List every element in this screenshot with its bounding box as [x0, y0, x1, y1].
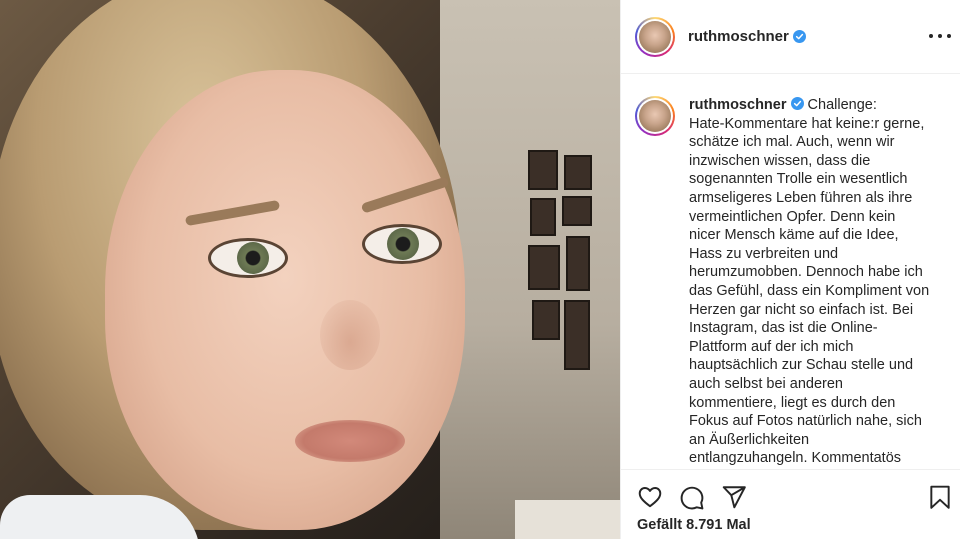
caption-comment: ruthmoschner Challenge: Hate-Kommentare …	[635, 96, 955, 468]
caption-line: entlangzuhangeln. Kommentatös	[689, 450, 902, 467]
caption-line: inzwischen wissen, dass die	[689, 152, 871, 169]
heart-icon[interactable]	[637, 484, 663, 510]
caption-username[interactable]: ruthmoschner	[689, 97, 787, 113]
verified-badge-icon	[792, 30, 806, 43]
caption-line: auch selbst bei anderen	[689, 375, 843, 392]
author-username[interactable]: ruthmoschner	[688, 28, 789, 45]
caption-line: Instagram, das ist die Online-	[689, 320, 878, 337]
wall-picture-frames	[528, 150, 598, 380]
right-eye	[362, 224, 442, 264]
share-icon[interactable]	[721, 484, 747, 510]
face	[105, 70, 465, 530]
caption-line: sogenannten Trolle ein wesentlich	[689, 171, 908, 188]
caption-line: kommentiere, liegt es durch den	[689, 394, 896, 411]
caption-line: das Gefühl, dass ein Kompliment von	[689, 282, 930, 299]
caption-text: ruthmoschner Challenge: Hate-Kommentare …	[689, 96, 951, 468]
post-header: ruthmoschner	[621, 0, 960, 74]
likes-count[interactable]: Gefällt 8.791 Mal	[637, 517, 751, 533]
caption-line: an Äußerlichkeiten	[689, 431, 810, 448]
post-side-panel: ruthmoschner ruthmoschner Challenge: Hat…	[620, 0, 960, 539]
caption-line: Herzen gar nicht so einfach ist. Bei	[689, 301, 914, 318]
caption-line: Fokus auf Fotos natürlich nahe, sich	[689, 413, 922, 430]
caption-line: Hate-Kommentare hat keine:r gerne,	[689, 115, 925, 132]
caption-verified-badge-icon	[790, 97, 804, 110]
background-shelf	[515, 500, 620, 539]
caption-line: schätze ich mal. Auch, wenn wir	[689, 134, 895, 151]
caption-line: armseligeres Leben führen als ihre	[689, 189, 913, 206]
lips	[295, 420, 405, 462]
caption-line: vermeintlichen Opfer. Denn kein	[689, 208, 896, 225]
bookmark-icon[interactable]	[927, 484, 953, 510]
post-actions-bar: Gefällt 8.791 Mal	[621, 469, 960, 539]
caption-line: Plattform auf der ich mich	[689, 338, 854, 355]
left-eye	[208, 238, 288, 278]
caption-line: hauptsächlich zur Schau stelle und	[689, 357, 914, 374]
comment-icon[interactable]	[679, 484, 705, 510]
post-photo[interactable]	[0, 0, 620, 539]
caption-line: herumzumobben. Dennoch habe ich	[689, 264, 923, 281]
caption-line: Challenge:	[807, 97, 877, 113]
caption-line: nicer Mensch käme auf die Idee,	[689, 227, 899, 244]
caption-author-avatar[interactable]	[635, 96, 675, 136]
more-options-icon[interactable]	[929, 26, 951, 46]
author-avatar[interactable]	[635, 16, 675, 57]
nose	[320, 300, 380, 370]
caption-line: Hass zu verbreiten und	[689, 245, 839, 262]
